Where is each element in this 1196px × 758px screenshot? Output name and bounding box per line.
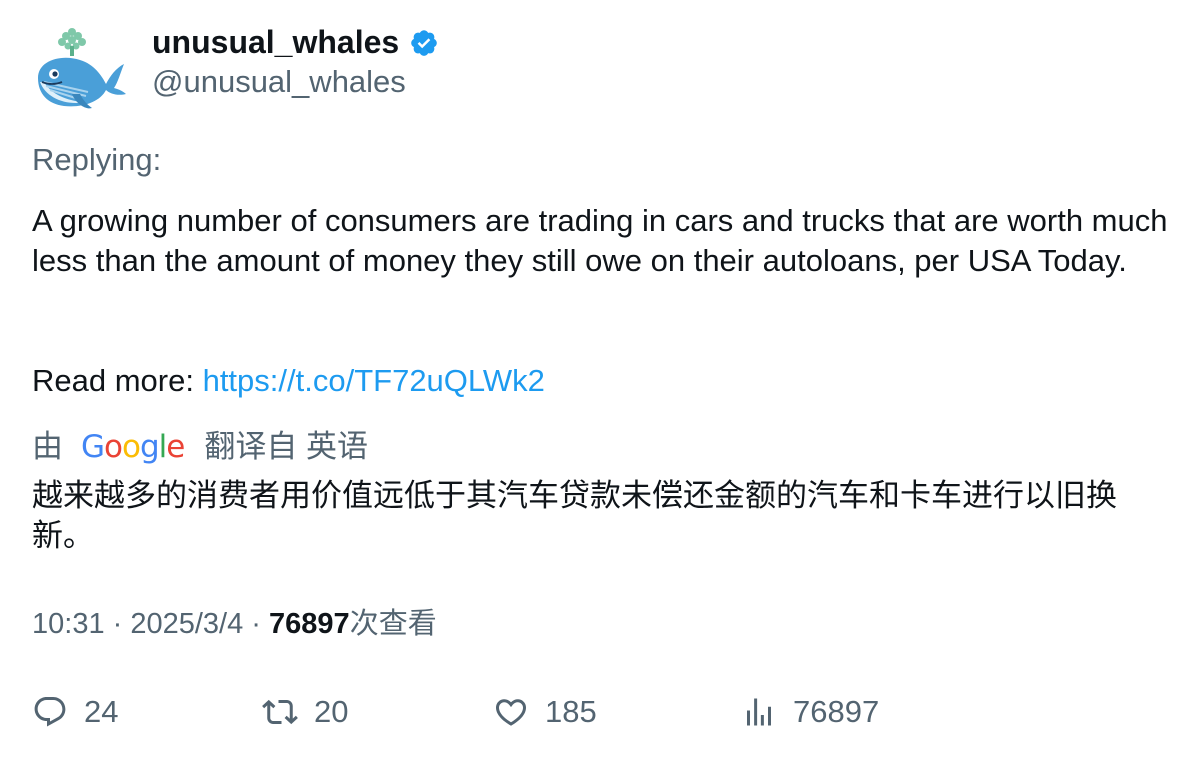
translated-text: 越来越多的消费者用价值远低于其汽车贷款未偿还金额的汽车和卡车进行以旧换新。: [32, 478, 1117, 553]
like-count: 185: [545, 694, 597, 729]
retweet-icon: [262, 699, 298, 725]
google-logo: Google: [81, 429, 185, 465]
read-more-label: Read more:: [32, 363, 203, 398]
whale-avatar-icon[interactable]: [32, 24, 128, 114]
tweet-text-content: A growing number of consumers are tradin…: [32, 203, 1168, 278]
meta-separator: ·: [243, 608, 270, 640]
tweet-link[interactable]: https://t.co/TF72uQLWk2: [203, 363, 545, 398]
translated-by-label: 由: [32, 429, 63, 464]
reply-count: 24: [84, 694, 119, 729]
verified-badge-icon: [409, 27, 439, 57]
views-label: 次查看: [349, 608, 437, 640]
tweet-meta: 10:31 · 2025/3/4 · 76897次查看: [32, 604, 437, 644]
author-name-row[interactable]: unusual_whales: [152, 22, 439, 62]
translated-from-label: 翻译自 英语: [204, 429, 368, 464]
retweet-button[interactable]: 20: [262, 690, 348, 734]
reply-icon: [34, 697, 66, 727]
views-count: 76897: [793, 694, 880, 729]
tweet-date[interactable]: 2025/3/4: [130, 608, 243, 640]
author-display-name[interactable]: unusual_whales: [152, 22, 399, 62]
retweet-count: 20: [314, 694, 349, 729]
views-button[interactable]: 76897: [741, 690, 879, 734]
bar-chart-icon: [747, 698, 771, 726]
tweet-actions: 24 20 185 76897: [32, 690, 1172, 734]
heart-icon: [495, 699, 527, 726]
translation-attribution: 由 Google 翻译自 英语: [32, 427, 368, 467]
like-button[interactable]: 185: [493, 690, 597, 734]
reply-button[interactable]: 24: [32, 690, 118, 734]
view-count: 76897: [269, 608, 350, 640]
read-more-row: Read more: https://t.co/TF72uQLWk2: [32, 361, 545, 401]
author-handle[interactable]: @unusual_whales: [152, 62, 406, 102]
replying-label: Replying:: [32, 142, 162, 177]
meta-separator: ·: [104, 608, 131, 640]
tweet-time[interactable]: 10:31: [32, 608, 105, 640]
tweet-text: A growing number of consumers are tradin…: [32, 201, 1172, 281]
